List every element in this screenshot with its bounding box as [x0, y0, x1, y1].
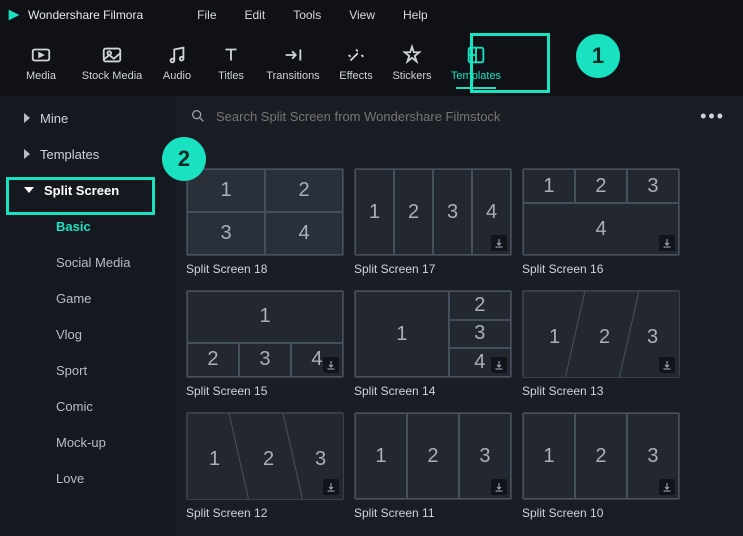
template-label: Split Screen 18 [186, 262, 344, 276]
sidebar-item-templates[interactable]: Templates [0, 136, 176, 172]
tool-templates[interactable]: Templates [440, 33, 512, 93]
search-input[interactable] [216, 109, 696, 124]
tool-stickers[interactable]: Stickers [384, 33, 440, 93]
annotation-badge-2: 2 [162, 137, 206, 181]
search-row: ••• [176, 96, 743, 136]
svg-text:2: 2 [263, 448, 274, 470]
template-label: Split Screen 14 [354, 384, 512, 398]
template-thumb-12[interactable]: 1 2 3 [186, 412, 344, 500]
template-label: Split Screen 16 [522, 262, 680, 276]
download-icon[interactable] [323, 357, 339, 373]
svg-text:2: 2 [599, 326, 610, 348]
template-grid: 1 2 3 4 1 2 3 4 1 2 3 4 Split Screen 18 … [176, 168, 743, 536]
download-icon[interactable] [659, 235, 675, 251]
menu-view[interactable]: View [335, 8, 389, 22]
tool-stock-media[interactable]: Stock Media [74, 33, 150, 93]
template-label: Split Screen 13 [522, 384, 680, 398]
main-panel: ••• C 1 2 3 4 1 2 3 4 1 2 3 4 [176, 96, 743, 536]
annotation-badge-1: 1 [576, 34, 620, 78]
svg-text:3: 3 [315, 448, 326, 470]
template-thumb-14[interactable]: 1 2 3 4 [354, 290, 512, 378]
sidebar-sub-comic[interactable]: Comic [0, 388, 176, 424]
sidebar-sub-game[interactable]: Game [0, 280, 176, 316]
chevron-right-icon [24, 149, 30, 159]
toolbar: Media Stock Media Audio Titles Transitio… [0, 30, 743, 96]
sidebar-sub-mock-up[interactable]: Mock-up [0, 424, 176, 460]
download-icon[interactable] [491, 357, 507, 373]
titles-icon [220, 44, 242, 66]
template-label: Split Screen 17 [354, 262, 512, 276]
effects-icon [345, 44, 367, 66]
media-icon [30, 44, 52, 66]
stock-media-icon [101, 44, 123, 66]
template-thumb-17[interactable]: 1 2 3 4 [354, 168, 512, 256]
tool-media[interactable]: Media [8, 33, 74, 93]
app-logo-icon [6, 7, 22, 23]
download-icon[interactable] [659, 357, 675, 373]
svg-text:1: 1 [549, 326, 560, 348]
sidebar-sub-vlog[interactable]: Vlog [0, 316, 176, 352]
sidebar-item-split-screen[interactable]: Split Screen [0, 172, 176, 208]
transitions-icon [282, 44, 304, 66]
stickers-icon [401, 44, 423, 66]
template-label: Split Screen 11 [354, 506, 512, 520]
sidebar: Mine Templates Split Screen Basic Social… [0, 96, 176, 536]
svg-text:3: 3 [647, 326, 658, 348]
template-label: Split Screen 10 [522, 506, 680, 520]
sidebar-item-mine[interactable]: Mine [0, 100, 176, 136]
sidebar-sub-basic[interactable]: Basic [0, 208, 176, 244]
sidebar-sub-love[interactable]: Love [0, 460, 176, 496]
menu-tools[interactable]: Tools [279, 8, 335, 22]
menubar: Wondershare Filmora File Edit Tools View… [0, 0, 743, 30]
template-thumb-15[interactable]: 1 2 3 4 [186, 290, 344, 378]
download-icon[interactable] [491, 235, 507, 251]
tool-transitions[interactable]: Transitions [258, 33, 328, 93]
download-icon[interactable] [491, 479, 507, 495]
menu-file[interactable]: File [183, 8, 230, 22]
svg-text:1: 1 [209, 448, 220, 470]
template-thumb-18[interactable]: 1 2 3 4 [186, 168, 344, 256]
menu-edit[interactable]: Edit [231, 8, 280, 22]
download-icon[interactable] [323, 479, 339, 495]
search-icon [190, 108, 206, 124]
tool-titles[interactable]: Titles [204, 33, 258, 93]
sidebar-sub-sport[interactable]: Sport [0, 352, 176, 388]
template-label: Split Screen 15 [186, 384, 344, 398]
app-title: Wondershare Filmora [28, 8, 143, 22]
breadcrumb: C [176, 136, 743, 168]
template-thumb-10[interactable]: 1 2 3 [522, 412, 680, 500]
sidebar-sub-social-media[interactable]: Social Media [0, 244, 176, 280]
tool-audio[interactable]: Audio [150, 33, 204, 93]
download-icon[interactable] [659, 479, 675, 495]
templates-icon [465, 44, 487, 66]
template-thumb-16[interactable]: 1 2 3 4 [522, 168, 680, 256]
chevron-right-icon [24, 113, 30, 123]
tool-effects[interactable]: Effects [328, 33, 384, 93]
audio-icon [166, 44, 188, 66]
template-label: Split Screen 12 [186, 506, 344, 520]
template-thumb-11[interactable]: 1 2 3 [354, 412, 512, 500]
more-button[interactable]: ••• [696, 106, 729, 127]
template-thumb-13[interactable]: 1 2 3 [522, 290, 680, 378]
menu-help[interactable]: Help [389, 8, 442, 22]
chevron-down-icon [24, 187, 34, 193]
